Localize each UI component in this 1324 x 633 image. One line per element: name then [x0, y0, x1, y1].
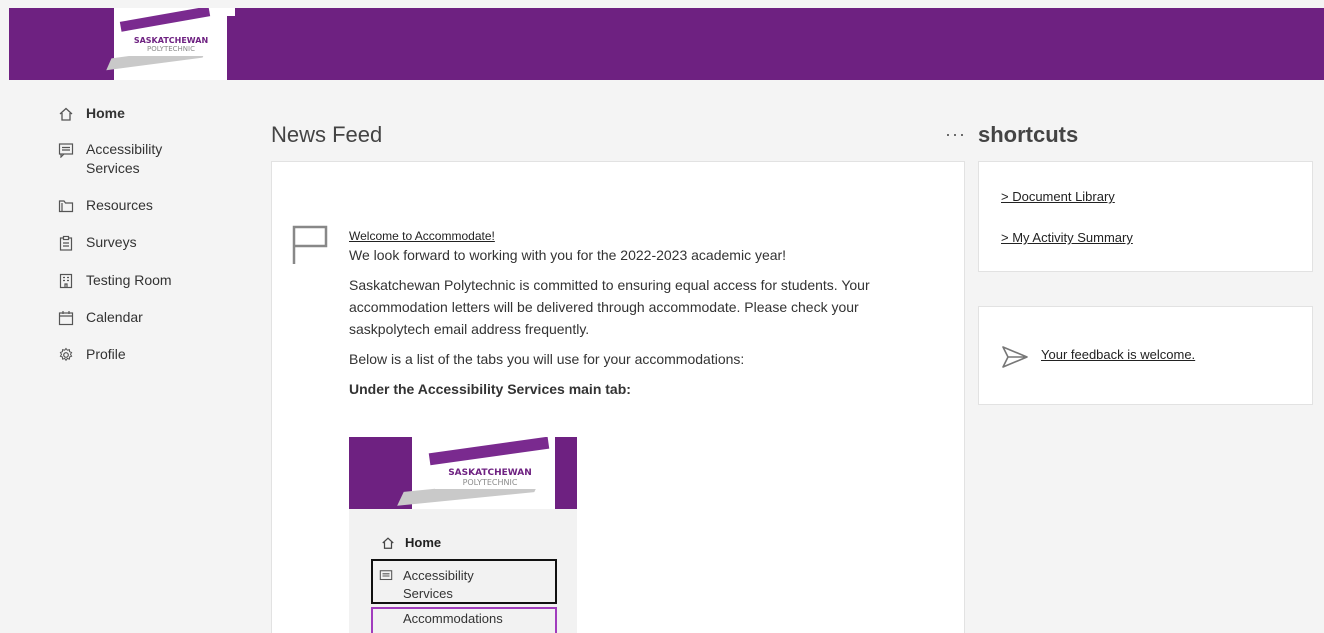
more-options-icon[interactable]: ··· — [945, 124, 966, 145]
embed-logo-line-1: SASKATCHEWAN — [448, 468, 532, 478]
embed-banner-stripe-right — [555, 437, 577, 509]
logo-line-1: SASKATCHEWAN — [133, 36, 209, 45]
sidebar-item-label: Surveys — [86, 234, 137, 250]
sidebar-item-label: Resources — [86, 197, 153, 213]
home-icon — [59, 107, 73, 121]
sidebar-item-label: Accessibility Services — [86, 141, 163, 176]
sidebar-item-accessibility-services[interactable]: Accessibility Services — [58, 140, 238, 196]
message-icon — [58, 143, 74, 158]
feedback-link[interactable]: Your feedback is welcome. — [1041, 347, 1195, 362]
activity-summary-link[interactable]: > My Activity Summary — [1001, 230, 1133, 245]
calendar-icon — [58, 311, 74, 326]
sidebar-item-surveys[interactable]: Surveys — [58, 233, 238, 271]
news-post: Welcome to Accommodate! We look forward … — [349, 228, 949, 400]
post-paragraph: Saskatchewan Polytechnic is committed to… — [349, 277, 870, 337]
document-library-link[interactable]: > Document Library — [1001, 189, 1115, 204]
embed-banner-band — [428, 437, 550, 466]
logo-line-2: POLYTECHNIC — [146, 45, 195, 53]
logo-band — [119, 8, 211, 32]
logo-text: SASKATCHEWAN POLYTECHNIC — [124, 34, 218, 56]
sidebar-item-label: Calendar — [86, 309, 143, 325]
sidebar-item-label: Testing Room — [86, 272, 172, 288]
sidebar-item-label: Profile — [86, 346, 126, 362]
embed-home-label: Home — [405, 535, 442, 550]
embed-home-item: Home — [381, 535, 441, 550]
post-paragraph: We look forward to working with you for … — [349, 247, 787, 263]
news-feed-card: Welcome to Accommodate! We look forward … — [271, 161, 965, 633]
embed-accessibility-label: Accessibility Services — [403, 568, 474, 601]
home-icon — [382, 536, 394, 549]
embedded-screenshot: SASKATCHEWAN POLYTECHNIC Home Accessibil… — [349, 437, 577, 633]
embed-banner: SASKATCHEWAN POLYTECHNIC — [349, 437, 577, 509]
saskpolytech-logo[interactable]: SASKATCHEWAN POLYTECHNIC — [98, 8, 235, 80]
folder-icon — [58, 200, 74, 213]
embed-logo: SASKATCHEWAN POLYTECHNIC — [435, 467, 545, 489]
logo-stripe-right — [227, 16, 235, 80]
top-header: SASKATCHEWAN POLYTECHNIC — [9, 8, 1324, 80]
embed-logo-line-2: POLYTECHNIC — [462, 478, 518, 487]
post-paragraph: Below is a list of the tabs you will use… — [349, 351, 745, 367]
flag-icon — [292, 225, 328, 264]
sidebar-item-testing-room[interactable]: Testing Room — [58, 271, 238, 308]
send-icon — [1002, 346, 1028, 368]
sidebar-item-home[interactable]: Home — [58, 104, 238, 140]
sidebar-item-label: Home — [86, 105, 125, 121]
page-title: News Feed — [271, 122, 383, 147]
building-icon — [59, 273, 73, 289]
post-subheading: Under the Accessibility Services main ta… — [349, 381, 631, 397]
message-icon — [379, 570, 393, 581]
shortcuts-title: shortcuts — [978, 122, 1079, 147]
embed-accommodations-item: Accommodations — [371, 607, 557, 633]
sidebar-item-resources[interactable]: Resources — [58, 196, 238, 233]
embed-accessibility-item: Accessibility Services — [371, 559, 557, 604]
sidebar-item-profile[interactable]: Profile — [58, 345, 238, 382]
feedback-card: Your feedback is welcome. — [978, 306, 1313, 405]
post-title-link[interactable]: Welcome to Accommodate! — [349, 228, 949, 244]
clipboard-icon — [59, 235, 73, 251]
shortcuts-card: > Document Library > My Activity Summary — [978, 161, 1313, 272]
sidebar-item-calendar[interactable]: Calendar — [58, 308, 238, 345]
sidebar-nav: Home Accessibility Services Resources Su… — [58, 104, 238, 382]
gear-icon — [59, 347, 73, 362]
